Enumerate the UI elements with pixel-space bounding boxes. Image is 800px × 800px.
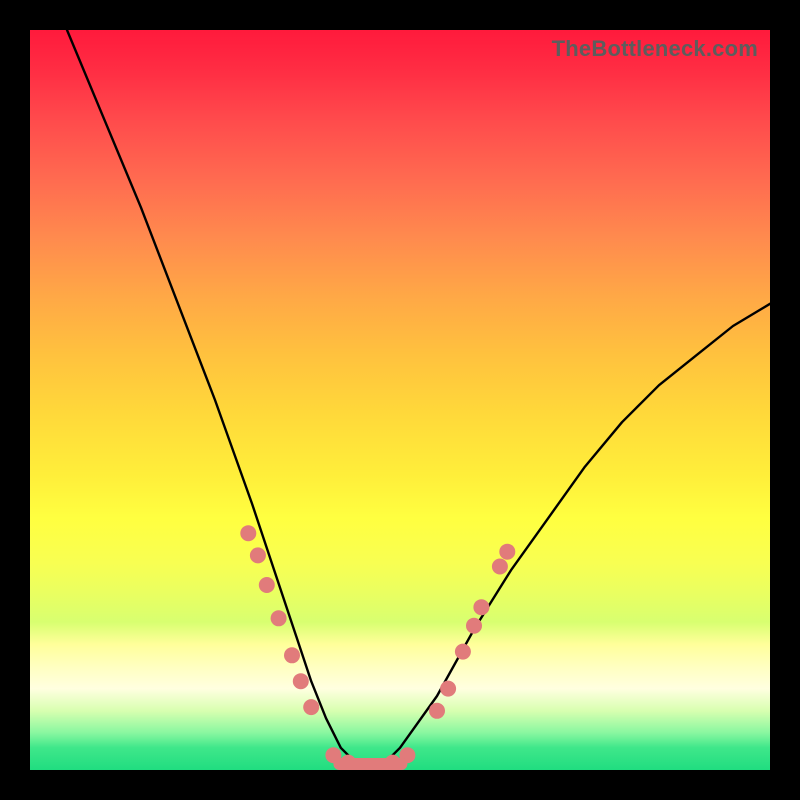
data-marker [455,644,471,660]
optimal-range-bar [333,758,407,770]
data-marker [250,547,266,563]
data-marker [284,647,300,663]
chart-overlay [30,30,770,770]
data-marker [499,544,515,560]
data-marker [271,610,287,626]
data-marker [466,618,482,634]
marker-layer [240,525,515,770]
data-marker [440,681,456,697]
data-marker [293,673,309,689]
chart-plot-area: TheBottleneck.com [30,30,770,770]
data-marker [259,577,275,593]
bottom-bar-layer [333,758,407,770]
bottleneck-curve [67,30,770,766]
data-marker [429,703,445,719]
data-marker [492,559,508,575]
data-marker [240,525,256,541]
curve-layer [67,30,770,766]
data-marker [303,699,319,715]
data-marker [473,599,489,615]
